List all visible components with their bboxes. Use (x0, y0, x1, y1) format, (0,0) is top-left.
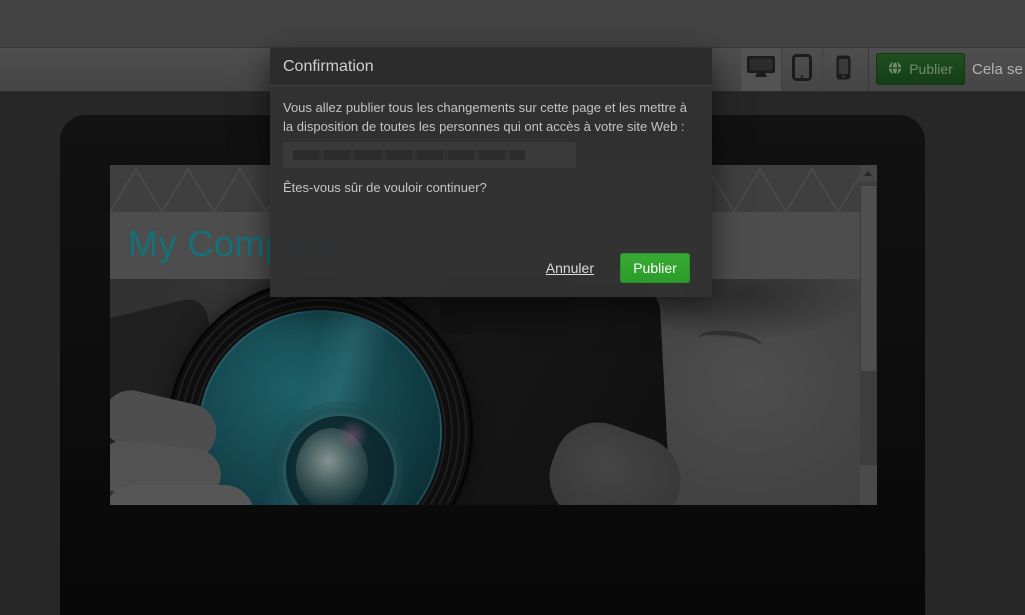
dialog-message-line-2: la disposition de toutes les personnes q… (283, 117, 699, 136)
dialog-message-line-1: Vous allez publier tous les changements … (283, 98, 699, 117)
preview-scrollbar[interactable] (860, 165, 877, 505)
device-tablet-button[interactable] (782, 48, 822, 91)
photographer-photo (110, 279, 860, 505)
top-bar (0, 0, 1025, 48)
site-url-redacted (283, 142, 576, 168)
scrollbar-thumb[interactable] (861, 186, 876, 371)
dialog-title: Confirmation (270, 48, 712, 86)
scrollbar-down-button[interactable] (860, 465, 877, 505)
photo-lens-glass (198, 310, 442, 505)
toolbar-publish-label: Publier (909, 61, 953, 77)
globe-icon (888, 61, 902, 78)
toolbar-divider (868, 48, 869, 91)
phone-icon (836, 55, 851, 85)
device-desktop-button[interactable] (741, 48, 781, 91)
toolbar-hint-text: Cela se (972, 48, 1023, 91)
dialog-publish-button[interactable]: Publier (620, 253, 690, 283)
tablet-icon (792, 54, 812, 86)
cancel-link[interactable]: Annuler (546, 260, 594, 276)
dialog-question: Êtes-vous sûr de vouloir continuer? (283, 178, 699, 197)
scrollbar-up-button[interactable] (860, 165, 877, 182)
device-phone-button[interactable] (823, 48, 863, 91)
confirmation-dialog: Confirmation Vous allez publier tous les… (270, 48, 712, 297)
dialog-body: Vous allez publier tous les changements … (270, 86, 712, 197)
editor-screen: { "toolbar": { "publish_label": "Publier… (0, 0, 1025, 505)
dialog-footer: Annuler Publier (546, 253, 690, 283)
photo-lens-pink-glint (338, 420, 368, 450)
toolbar-publish-button[interactable]: Publier (876, 53, 965, 85)
desktop-icon (746, 55, 776, 84)
photo-left-hand (110, 485, 254, 505)
redacted-url-text (293, 150, 525, 160)
